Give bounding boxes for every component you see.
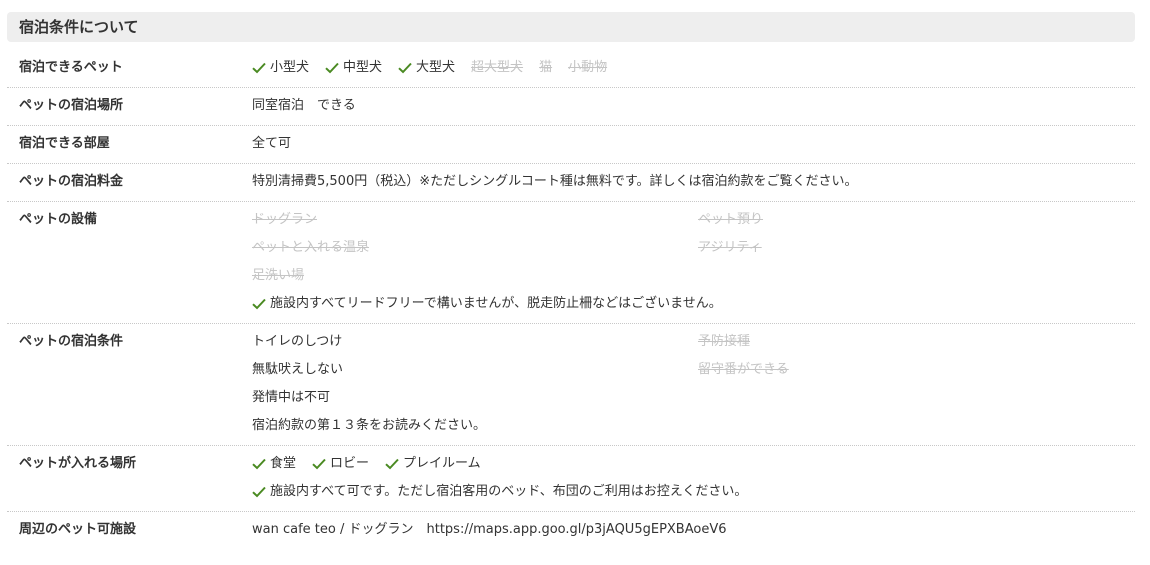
condition-grid: トイレのしつけ 予防接種 無駄吠えしない 留守番ができる 発情中は不可 xyxy=(252,332,1135,408)
row-value: 全て可 xyxy=(252,136,292,151)
pet-tag-medium-dog: 中型犬 xyxy=(325,58,382,78)
row-allowed-pets: 宿泊できるペット 小型犬 中型犬 大型犬 超大型犬 猫 小動物 xyxy=(7,50,1135,88)
nearby-facility-link[interactable]: wan cafe teo / ドッグラン https://maps.app.go… xyxy=(252,520,1135,540)
area-tag-dining: 食堂 xyxy=(252,454,296,474)
row-label: ペットの宿泊場所 xyxy=(19,98,124,113)
condition-item: 予防接種 xyxy=(698,334,751,349)
facility-item: ドッグラン xyxy=(252,212,318,227)
facility-grid: ドッグラン ペット預り ペットと入れる温泉 アジリティ 足洗い場 xyxy=(252,210,1135,286)
condition-note: 宿泊約款の第１３条をお読みください。 xyxy=(252,418,487,433)
condition-item: 留守番ができる xyxy=(698,362,789,377)
check-icon xyxy=(252,458,266,470)
row-label: ペットが入れる場所 xyxy=(19,456,137,471)
facility-item: アジリティ xyxy=(698,240,762,255)
facility-note: 施設内すべてリードフリーで構いませんが、脱走防止柵などはございません。 xyxy=(252,294,1135,314)
row-fee: ペットの宿泊料金 特別清掃費5,500円（税込）※ただしシングルコート種は無料で… xyxy=(7,164,1135,202)
check-icon xyxy=(312,458,326,470)
conditions-table: 宿泊できるペット 小型犬 中型犬 大型犬 超大型犬 猫 小動物 ペットの宿泊場所… xyxy=(7,50,1135,549)
pet-type-list: 小型犬 中型犬 大型犬 超大型犬 猫 小動物 xyxy=(252,58,1135,78)
facility-item: 足洗い場 xyxy=(252,268,305,283)
check-icon xyxy=(325,62,339,74)
area-tag-lobby: ロビー xyxy=(312,454,369,474)
condition-item: 発情中は不可 xyxy=(252,390,331,405)
pet-tag-small-animal: 小動物 xyxy=(568,60,608,75)
check-icon xyxy=(398,62,412,74)
row-allowed-areas: ペットが入れる場所 食堂 ロビー プレイルーム 施設内すべて可です。ただし宿泊客 xyxy=(7,446,1135,512)
check-icon xyxy=(385,458,399,470)
row-label: ペットの宿泊条件 xyxy=(19,334,124,349)
row-value: 特別清掃費5,500円（税込）※ただしシングルコート種は無料です。詳しくは宿泊約… xyxy=(252,174,858,189)
row-value: 同室宿泊 できる xyxy=(252,98,356,113)
row-nearby-facilities: 周辺のペット可施設 wan cafe teo / ドッグラン https://m… xyxy=(7,512,1135,549)
row-label: 宿泊できるペット xyxy=(19,60,123,75)
check-icon xyxy=(252,298,266,310)
row-label: ペットの宿泊料金 xyxy=(19,174,124,189)
row-facilities: ペットの設備 ドッグラン ペット預り ペットと入れる温泉 アジリティ 足洗い場 … xyxy=(7,202,1135,324)
pet-tag-cat: 猫 xyxy=(539,60,553,75)
facility-item: ペットと入れる温泉 xyxy=(252,240,370,255)
pet-tag-large-dog: 大型犬 xyxy=(398,58,455,78)
row-stay-place: ペットの宿泊場所 同室宿泊 できる xyxy=(7,88,1135,126)
check-icon xyxy=(252,62,266,74)
condition-item: 無駄吠えしない xyxy=(252,362,344,377)
row-label: ペットの設備 xyxy=(19,212,98,227)
area-tag-playroom: プレイルーム xyxy=(385,454,481,474)
pet-tag-extra-large-dog: 超大型犬 xyxy=(471,60,524,75)
row-label: 宿泊できる部屋 xyxy=(19,136,110,151)
row-rooms: 宿泊できる部屋 全て可 xyxy=(7,126,1135,164)
area-list: 食堂 ロビー プレイルーム xyxy=(252,454,1135,474)
condition-item: トイレのしつけ xyxy=(252,334,343,349)
area-note: 施設内すべて可です。ただし宿泊客用のベッド、布団のご利用はお控えください。 xyxy=(252,482,1135,502)
row-label: 周辺のペット可施設 xyxy=(19,522,137,537)
row-stay-conditions: ペットの宿泊条件 トイレのしつけ 予防接種 無駄吠えしない 留守番ができる 発情… xyxy=(7,324,1135,446)
facility-item: ペット預り xyxy=(698,212,764,227)
check-icon xyxy=(252,486,266,498)
pet-tag-small-dog: 小型犬 xyxy=(252,58,309,78)
section-header: 宿泊条件について xyxy=(7,12,1135,42)
